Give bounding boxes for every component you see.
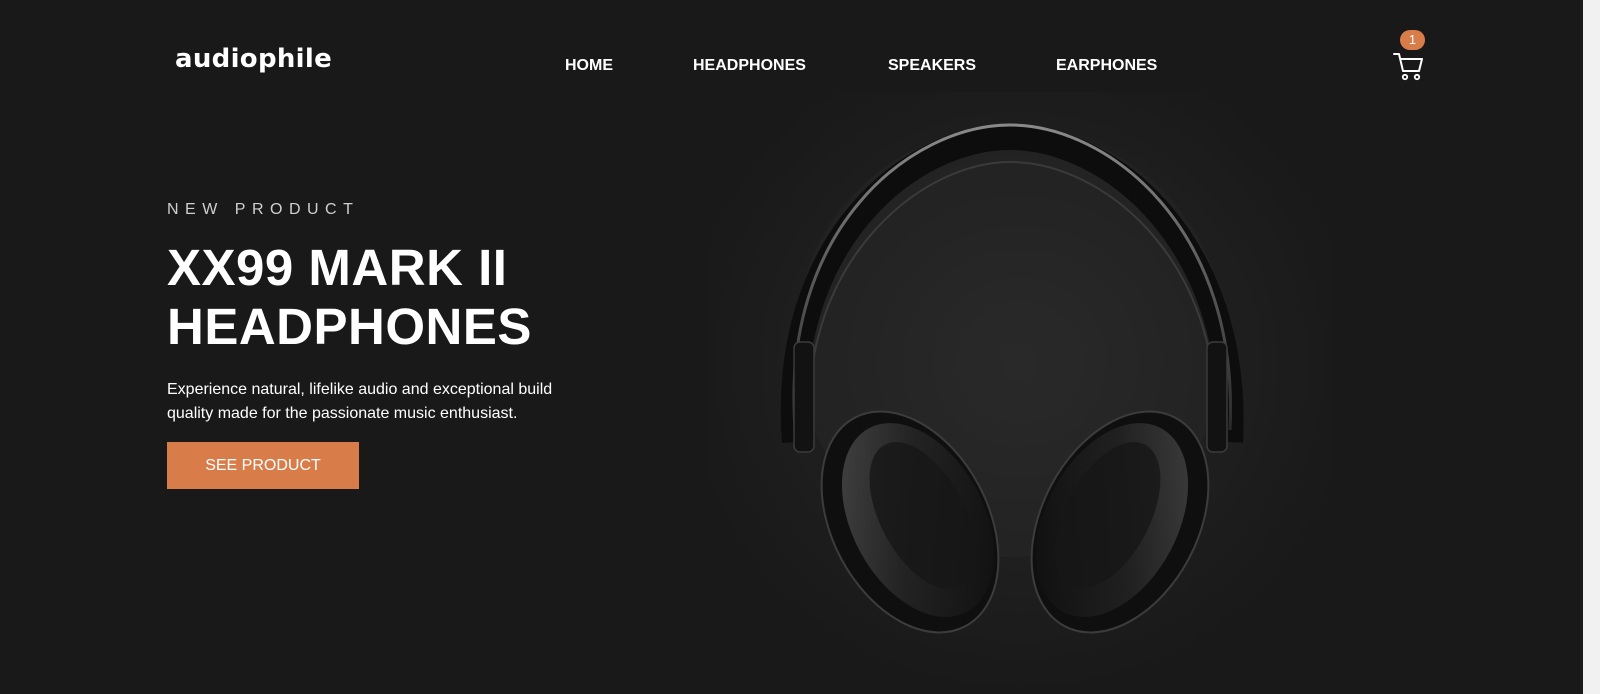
hero-headphones-image <box>710 92 1330 694</box>
cart-count-badge: 1 <box>1400 30 1425 50</box>
hero-title-line-1: XX99 MARK II <box>167 239 508 296</box>
site-header: audiophile HOME HEADPHONES SPEAKERS EARP… <box>0 0 1583 100</box>
see-product-button[interactable]: SEE PRODUCT <box>167 442 359 489</box>
brand-logo[interactable]: audiophile <box>175 46 332 72</box>
hero-title: XX99 MARK II HEADPHONES <box>167 238 607 356</box>
hero-title-line-2: HEADPHONES <box>167 298 532 355</box>
cart-button[interactable]: 1 <box>1390 30 1430 84</box>
nav-link-speakers[interactable]: SPEAKERS <box>888 57 976 75</box>
nav-link-home[interactable]: HOME <box>565 57 613 75</box>
nav-link-headphones[interactable]: HEADPHONES <box>693 57 806 75</box>
page-scrollbar[interactable] <box>1583 0 1600 694</box>
hero-section: NEW PRODUCT XX99 MARK II HEADPHONES Expe… <box>167 200 607 489</box>
nav-link-earphones[interactable]: EARPHONES <box>1056 57 1157 75</box>
hero-overline: NEW PRODUCT <box>167 201 360 218</box>
hero-description: Experience natural, lifelike audio and e… <box>167 381 553 422</box>
shopping-cart-icon <box>1393 53 1423 81</box>
